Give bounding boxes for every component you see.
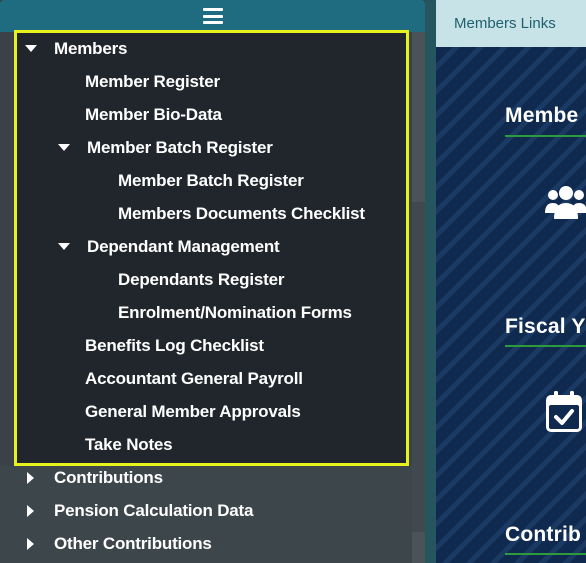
tree-item-dependants-register[interactable]: Dependants Register <box>118 263 284 296</box>
tree-item-label: Take Notes <box>85 434 173 454</box>
tree-item-accountant-general-payroll[interactable]: Accountant General Payroll <box>85 362 303 395</box>
tree-item-member-register[interactable]: Member Register <box>85 65 220 98</box>
tree-item-members[interactable]: Members <box>24 32 127 65</box>
tree-item-label: Member Batch Register <box>118 170 304 190</box>
tree-item-contributions[interactable]: Contributions <box>24 461 163 494</box>
section-title-fiscal: Fiscal Y <box>505 315 586 338</box>
users-icon[interactable] <box>544 183 586 223</box>
caret-right-icon <box>27 471 34 484</box>
section-underline <box>505 345 586 347</box>
section-underline <box>505 135 586 137</box>
navigation-sidebar: Members Member Register Member Bio-Data … <box>0 0 425 563</box>
tab-members-links[interactable]: Members Links <box>436 0 586 47</box>
main-content-panel: Members Links Membe Fiscal Y Contrib <box>425 0 586 563</box>
tree-item-label: Members Documents Checklist <box>118 203 365 223</box>
caret-right-icon <box>27 537 34 550</box>
tree-item-label: Pension Calculation Data <box>54 500 254 520</box>
sidebar-toggle-bar[interactable] <box>0 0 425 32</box>
tree-item-enrolment-nomination-forms[interactable]: Enrolment/Nomination Forms <box>118 296 352 329</box>
striped-background: Membe Fiscal Y Contrib <box>436 47 586 563</box>
caret-down-icon <box>58 243 70 250</box>
tree-item-benefits-log-checklist[interactable]: Benefits Log Checklist <box>85 329 264 362</box>
tree-item-label: Members <box>54 38 128 58</box>
tree-item-label: Dependant Management <box>87 236 280 256</box>
sidebar-scrollbar[interactable] <box>412 32 425 563</box>
caret-down-icon <box>58 144 70 151</box>
tree-item-label: Other Contributions <box>54 533 212 553</box>
section-title-members: Membe <box>505 104 579 127</box>
hamburger-menu-icon[interactable] <box>202 8 223 24</box>
tree-item-take-notes[interactable]: Take Notes <box>85 428 173 461</box>
tree-item-label: Dependants Register <box>118 269 285 289</box>
caret-right-icon <box>27 504 34 517</box>
tree-item-member-bio-data[interactable]: Member Bio-Data <box>85 98 222 131</box>
calendar-check-icon[interactable] <box>544 390 584 434</box>
tree-item-members-documents-checklist[interactable]: Members Documents Checklist <box>118 197 365 230</box>
tab-label: Members Links <box>454 15 556 32</box>
caret-down-icon <box>25 45 37 52</box>
tree-item-label: Member Register <box>85 71 220 91</box>
section-title-contributions: Contrib <box>505 523 582 546</box>
tree-item-label: Contributions <box>54 467 163 487</box>
tree-item-other-contributions[interactable]: Other Contributions <box>24 527 212 560</box>
tree-item-label: Accountant General Payroll <box>85 368 303 388</box>
tree-item-label: General Member Approvals <box>85 401 301 421</box>
tree-item-member-batch-register[interactable]: Member Batch Register <box>118 164 304 197</box>
scrollbar-thumb[interactable] <box>412 202 425 532</box>
tree-item-label: Benefits Log Checklist <box>85 335 264 355</box>
tree-item-member-batch-register-group[interactable]: Member Batch Register <box>57 131 273 164</box>
tree-item-label: Member Batch Register <box>87 137 273 157</box>
tree-item-dependant-management-group[interactable]: Dependant Management <box>57 230 280 263</box>
tree-item-general-member-approvals[interactable]: General Member Approvals <box>85 395 301 428</box>
tree-item-label: Enrolment/Nomination Forms <box>118 302 352 322</box>
tree-item-pension-calculation-data[interactable]: Pension Calculation Data <box>24 494 253 527</box>
section-underline <box>505 553 586 555</box>
tree-item-label: Member Bio-Data <box>85 104 222 124</box>
